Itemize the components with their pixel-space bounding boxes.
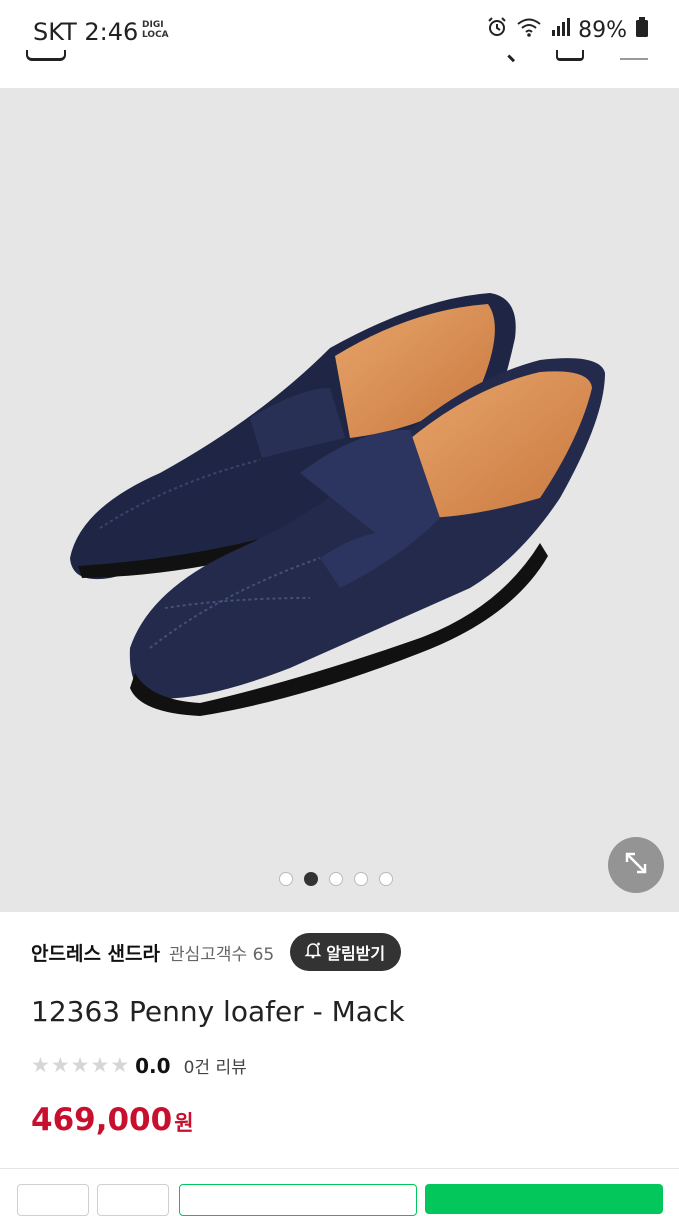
star-icon: ★: [50, 1053, 70, 1077]
cart-icon-edge[interactable]: [556, 50, 584, 61]
rating-row[interactable]: ★ ★ ★ ★ ★ 0.0 0건 리뷰: [31, 1053, 247, 1079]
pagination-dot-active[interactable]: [304, 872, 318, 886]
search-icon-edge[interactable]: [507, 48, 521, 63]
star-icon: ★: [110, 1053, 130, 1077]
pagination-dot[interactable]: [354, 872, 368, 886]
star-icon: ★: [70, 1053, 90, 1077]
pagination-dot[interactable]: [329, 872, 343, 886]
seller-name[interactable]: 안드레스 샌드라: [31, 939, 160, 966]
alarm-clock-icon: [486, 16, 508, 44]
star-rating: ★ ★ ★ ★ ★: [31, 1055, 129, 1076]
price-row: 469,000 원: [31, 1102, 194, 1138]
battery-percent: 89%: [578, 17, 627, 43]
buy-button[interactable]: [425, 1184, 663, 1214]
alarm-label: 알림받기: [326, 944, 386, 963]
review-count[interactable]: 0건 리뷰: [184, 1053, 247, 1078]
product-title: 12363 Penny loafer - Mack: [31, 995, 405, 1028]
status-bar: SKT 2:46 DIGI LOCA 89%: [0, 0, 679, 63]
alarm-subscribe-button[interactable]: 알림받기: [290, 933, 402, 971]
carrier-time: SKT 2:46: [33, 18, 139, 46]
wifi-icon: [516, 16, 542, 44]
rating-score: 0.0: [135, 1053, 171, 1078]
signal-icon: [550, 16, 571, 44]
share-button[interactable]: [17, 1184, 89, 1216]
talk-button[interactable]: [179, 1184, 417, 1216]
watcher-count: 관심고객수 65: [168, 944, 275, 965]
back-button-edge[interactable]: [26, 50, 66, 61]
menu-icon-edge[interactable]: [620, 50, 648, 60]
star-icon: ★: [31, 1053, 50, 1077]
gallery-pagination: [279, 872, 393, 886]
pagination-dot[interactable]: [379, 872, 393, 886]
wishlist-button[interactable]: [97, 1184, 169, 1216]
battery-icon: [635, 16, 649, 44]
digi-loca-badge: DIGI LOCA: [142, 20, 169, 40]
expand-image-button[interactable]: [608, 837, 664, 893]
product-image-gallery[interactable]: [0, 88, 679, 912]
expand-icon: [622, 849, 650, 881]
seller-row: 안드레스 샌드라 관심고객수 65 알림받기: [31, 933, 402, 971]
bottom-action-bar: [0, 1168, 679, 1216]
penny-loafer-image: [70, 293, 606, 716]
price-value: 469,000: [31, 1102, 173, 1138]
price-currency: 원: [174, 1111, 194, 1135]
pagination-dot[interactable]: [279, 872, 293, 886]
bell-icon: [304, 941, 322, 963]
star-icon: ★: [90, 1053, 110, 1077]
status-icons: 89%: [486, 16, 649, 44]
